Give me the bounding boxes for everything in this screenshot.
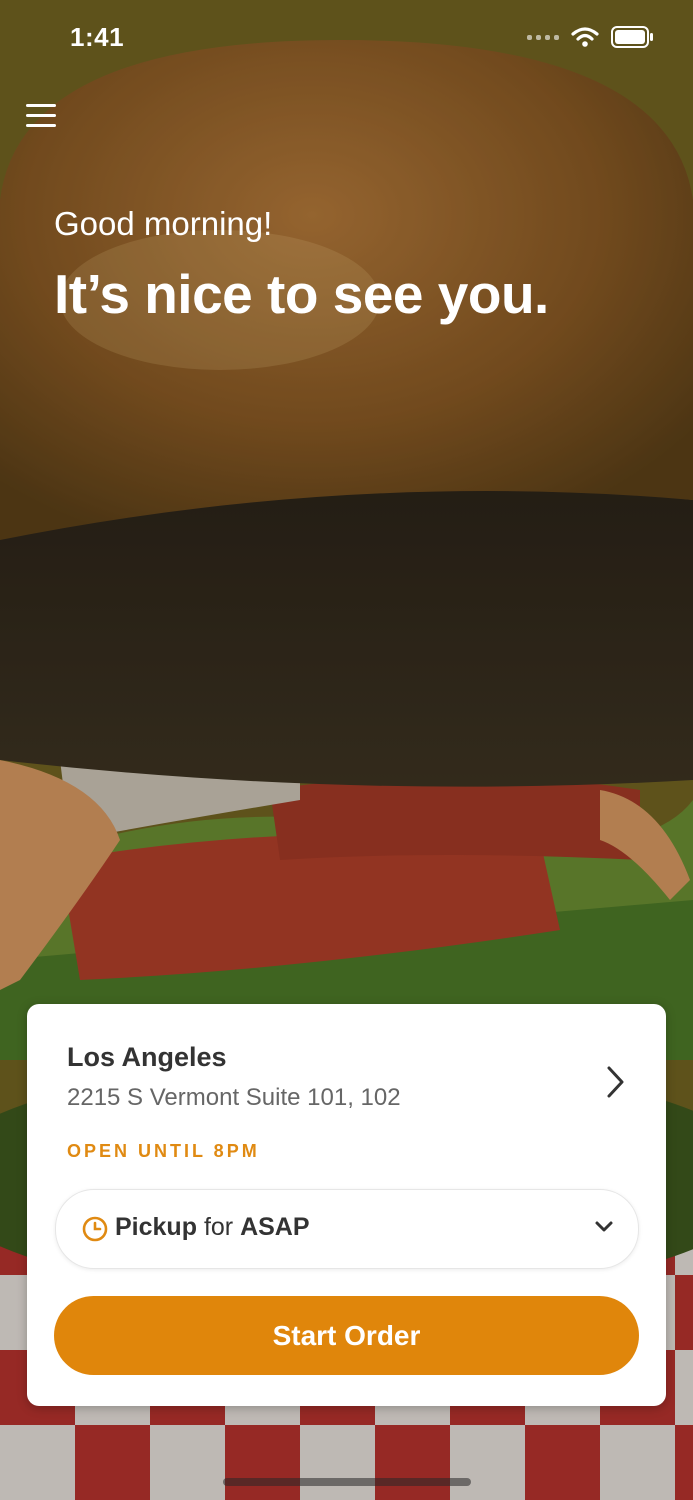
chevron-down-icon[interactable]	[594, 1220, 614, 1234]
menu-icon[interactable]	[26, 104, 56, 134]
battery-icon	[611, 26, 653, 48]
wifi-icon	[571, 27, 599, 47]
location-card: Los Angeles 2215 S Vermont Suite 101, 10…	[27, 1004, 666, 1406]
pickup-connector: for	[203, 1213, 234, 1241]
chevron-right-icon[interactable]	[604, 1062, 628, 1102]
pickup-time-selector[interactable]: Pickup for ASAP	[55, 1189, 639, 1269]
home-indicator	[223, 1478, 471, 1486]
status-time: 1:41	[70, 22, 125, 52]
location-name: Los Angeles	[67, 1042, 227, 1072]
hours-label: OPEN UNTIL 8PM	[67, 1141, 260, 1161]
start-order-button[interactable]: Start Order	[54, 1296, 639, 1375]
location-address: 2215 S Vermont Suite 101, 102	[67, 1084, 401, 1111]
status-bar: 1:41	[0, 0, 693, 80]
pickup-time: ASAP	[240, 1213, 310, 1241]
pickup-text: Pickup for ASAP	[115, 1213, 310, 1242]
status-icons	[527, 26, 655, 48]
clock-icon	[82, 1216, 108, 1242]
greeting-text: Good morning!	[54, 205, 273, 242]
location-row[interactable]: Los Angeles 2215 S Vermont Suite 101, 10…	[67, 1042, 636, 1122]
pickup-mode: Pickup	[115, 1213, 197, 1241]
headline-text: It’s nice to see you.	[54, 263, 549, 325]
signal-icon	[527, 34, 559, 40]
